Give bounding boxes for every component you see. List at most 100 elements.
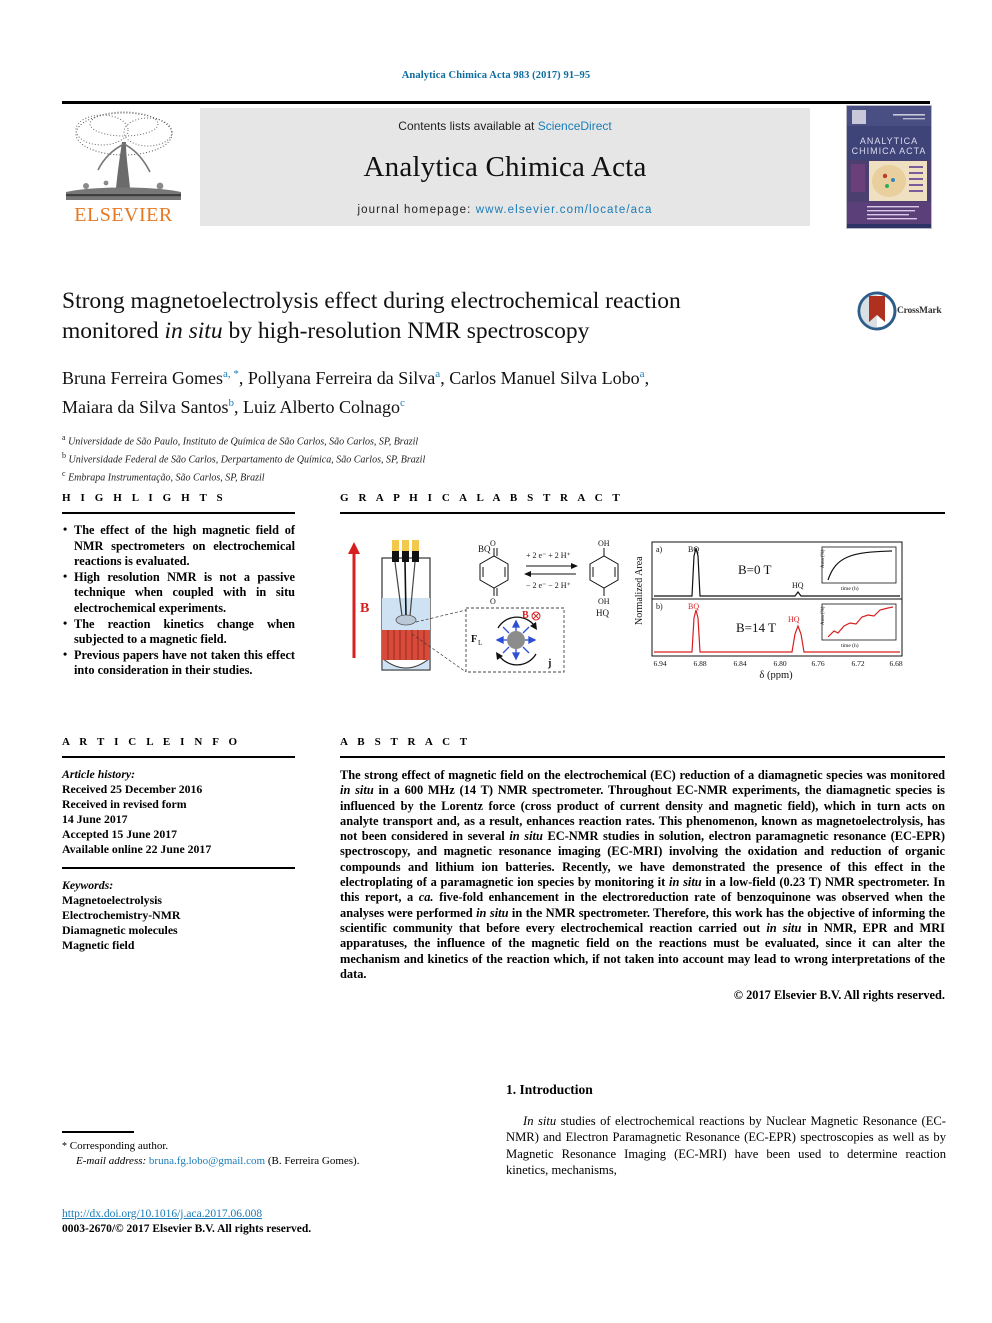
svg-text:6.84: 6.84 — [733, 659, 746, 668]
affiliation-marker: c — [62, 468, 66, 478]
elsevier-logo[interactable]: ELSEVIER — [62, 108, 185, 228]
homepage-url-link[interactable]: www.elsevier.com/locate/aca — [476, 204, 653, 216]
affiliation-item: a Universidade de São Paulo, Instituto d… — [62, 431, 842, 449]
list-item: High resolution NMR is not a passive tec… — [62, 569, 295, 617]
svg-text:time (h): time (h) — [841, 585, 859, 592]
highlights-heading: H I G H L I G H T S — [62, 492, 227, 504]
svg-text:B: B — [522, 610, 529, 621]
italic-phrase: In situ — [523, 1114, 557, 1128]
svg-text:b): b) — [656, 602, 663, 611]
author-item[interactable]: Maiara da Silva Santosb — [62, 397, 234, 417]
author-item[interactable]: Bruna Ferreira Gomesa, * — [62, 368, 239, 388]
journal-masthead: ELSEVIER Contents lists available at Sci… — [62, 103, 932, 231]
nmr-tube-diagram — [381, 540, 431, 671]
italic-phrase: in situ — [476, 905, 509, 920]
italic-phrase: in situ — [766, 920, 802, 935]
svg-text:time (h): time (h) — [841, 642, 859, 649]
author-name: Luiz Alberto Colnago — [242, 397, 400, 417]
title-line-1: Strong magnetoelectrolysis effect during… — [62, 288, 681, 314]
article-history-item: Received 25 December 2016 — [62, 782, 203, 796]
crossmark-badge[interactable]: CrossMark — [857, 288, 945, 340]
keyword-item: Electrochemistry-NMR — [62, 908, 181, 922]
highlights-rule — [62, 512, 295, 514]
svg-text:BQ: BQ — [688, 602, 699, 611]
affiliation-item: c Embrapa Instrumentação, São Carlos, SP… — [62, 467, 842, 485]
svg-text:j: j — [547, 658, 551, 669]
svg-text:6.88: 6.88 — [693, 659, 706, 668]
title-line-2-pre: monitored — [62, 318, 165, 344]
author-affiliation-marker: b — [228, 397, 234, 409]
keyword-item: Magnetoelectrolysis — [62, 893, 163, 907]
crossmark-label: CrossMark — [897, 306, 942, 316]
graphical-abstract-section: G R A P H I C A L A B S T R A C T B F L … — [340, 492, 945, 681]
author-affiliation-marker: a, * — [222, 368, 239, 380]
author-list: Bruna Ferreira Gomesa, *, Pollyana Ferre… — [62, 368, 650, 417]
title-line-2-italic: in situ — [164, 318, 223, 344]
email-link[interactable]: bruna.fg.lobo@gmail.com — [149, 1155, 265, 1167]
text-run: The strong effect of magnetic field on t… — [340, 768, 945, 782]
article-info-heading: A R T I C L E I N F O — [62, 736, 241, 748]
article-info-rule — [62, 756, 295, 758]
journal-cover-thumbnail[interactable]: ANALYTICA CHIMICA ACTA — [846, 105, 932, 229]
highlights-section: H I G H L I G H T S The effect of the hi… — [62, 492, 295, 679]
author-affiliation-marker: a — [639, 368, 645, 380]
running-head: Analytica Chimica Acta 983 (2017) 91–95 — [401, 70, 591, 81]
introduction-heading: 1. Introduction — [506, 1082, 593, 1097]
affiliation-marker: a — [62, 433, 66, 442]
elsevier-wordmark: ELSEVIER — [74, 204, 173, 226]
footer-block: http://dx.doi.org/10.1016/j.aca.2017.06.… — [62, 1208, 462, 1235]
corresponding-author-note: * Corresponding author. — [62, 1139, 362, 1154]
svg-text:Area (%): Area (%) — [821, 549, 826, 568]
svg-text:6.72: 6.72 — [851, 659, 864, 668]
affiliation-list: a Universidade de São Paulo, Instituto d… — [62, 431, 842, 484]
journal-homepage-line: journal homepage: www.elsevier.com/locat… — [200, 204, 810, 216]
graphical-abstract-heading: G R A P H I C A L A B S T R A C T — [340, 492, 624, 504]
author-affiliation-marker: c — [399, 397, 405, 409]
crossmark-icon — [857, 291, 897, 331]
svg-text:+ 2 e⁻ + 2 H⁺: + 2 e⁻ + 2 H⁺ — [526, 551, 571, 560]
abstract-heading: A B S T R A C T — [340, 736, 471, 748]
graphical-abstract-figure: B F L B j BQ O O + 2 e⁻ + 2 H⁺ − 2 e⁻ − … — [340, 530, 945, 681]
sciencedirect-link[interactable]: ScienceDirect — [538, 119, 612, 133]
email-label: E-mail address: — [76, 1154, 147, 1167]
introduction-section: 1. Introduction In situ studies of elect… — [506, 1082, 946, 1179]
author-name: Maiara da Silva Santos — [62, 397, 229, 417]
svg-text:Area (%): Area (%) — [821, 606, 826, 625]
article-info-section: A R T I C L E I N F O Article history: R… — [62, 736, 295, 953]
italic-phrase: in situ — [669, 875, 702, 890]
affiliation-text: Universidade Federal de São Carlos, Derp… — [68, 454, 426, 466]
author-name: Bruna Ferreira Gomes — [62, 368, 223, 388]
svg-text:HQ: HQ — [792, 581, 804, 590]
introduction-text: In situ studies of electrochemical react… — [506, 1113, 946, 1179]
masthead-band: Contents lists available at ScienceDirec… — [200, 108, 810, 226]
list-item: Previous papers have not taken this effe… — [62, 647, 295, 679]
svg-text:a): a) — [656, 545, 663, 554]
svg-text:− 2 e⁻ − 2 H⁺: − 2 e⁻ − 2 H⁺ — [526, 581, 571, 590]
article-history-item: Available online 22 June 2017 — [62, 842, 212, 856]
abstract-section: A B S T R A C T The strong effect of mag… — [340, 736, 945, 1003]
svg-text:O: O — [490, 597, 496, 606]
article-history-label: Article history: — [62, 767, 136, 781]
italic-phrase: in situ — [340, 783, 374, 798]
author-name: Pollyana Ferreira da Silva — [247, 368, 436, 388]
abstract-text: The strong effect of magnetic field on t… — [340, 768, 945, 982]
italic-phrase: in situ — [509, 829, 543, 844]
svg-text:L: L — [478, 639, 482, 647]
svg-text:6.68: 6.68 — [889, 659, 902, 668]
svg-text:OH: OH — [598, 597, 610, 606]
keywords-label: Keywords: — [62, 878, 114, 892]
keywords-block: Keywords: Magnetoelectrolysis Electroche… — [62, 878, 295, 953]
footnotes-block: * Corresponding author. E-mail address: … — [62, 1131, 362, 1168]
author-name: Carlos Manuel Silva Lobo — [449, 368, 640, 388]
svg-text:O: O — [490, 539, 496, 548]
author-item[interactable]: Carlos Manuel Silva Loboa — [449, 368, 644, 388]
list-item: The effect of the high magnetic field of… — [62, 522, 295, 570]
list-item: The reaction kinetics change when subjec… — [62, 616, 295, 648]
svg-text:HQ: HQ — [788, 615, 800, 624]
affiliation-text: Embrapa Instrumentação, São Carlos, SP, … — [68, 471, 265, 483]
author-item[interactable]: Pollyana Ferreira da Silvaa — [248, 368, 440, 388]
doi-link[interactable]: http://dx.doi.org/10.1016/j.aca.2017.06.… — [62, 1208, 462, 1220]
svg-text:HQ: HQ — [596, 608, 609, 618]
author-item[interactable]: Luiz Alberto Colnagoc — [243, 397, 405, 417]
svg-text:F: F — [471, 634, 477, 645]
